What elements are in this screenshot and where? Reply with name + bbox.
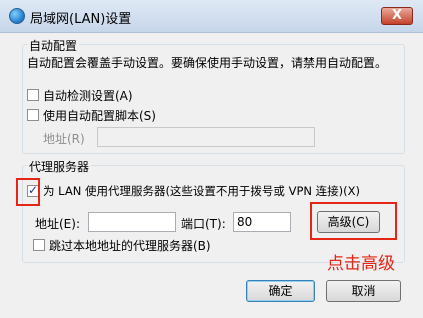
- cancel-button[interactable]: 取消: [326, 280, 401, 302]
- proxy-address-label: 地址(E):: [35, 217, 80, 231]
- globe-icon: [9, 8, 25, 24]
- title-bar: 局域网(LAN)设置 X: [0, 0, 423, 33]
- bypass-local-checkbox[interactable]: [33, 239, 45, 251]
- close-button[interactable]: X: [381, 7, 413, 25]
- advanced-highlight: [310, 202, 397, 240]
- window-title: 局域网(LAN)设置: [30, 12, 132, 27]
- ok-button[interactable]: 确定: [246, 280, 315, 302]
- auto-config-group-title: 自动配置: [27, 37, 80, 54]
- proxy-group-title: 代理服务器: [27, 158, 92, 175]
- use-proxy-highlight: [16, 178, 40, 206]
- script-address-label: 地址(R): [43, 132, 85, 146]
- bypass-local-label[interactable]: 跳过本地地址的代理服务器(B): [49, 237, 211, 254]
- auto-detect-checkbox[interactable]: [27, 89, 39, 101]
- script-address-input[interactable]: [97, 127, 315, 147]
- use-proxy-label[interactable]: 为 LAN 使用代理服务器(这些设置不用于拨号或 VPN 连接)(X): [43, 183, 360, 199]
- auto-detect-label[interactable]: 自动检测设置(A): [43, 87, 133, 104]
- proxy-address-input[interactable]: [88, 212, 176, 232]
- use-script-label[interactable]: 使用自动配置脚本(S): [43, 107, 156, 124]
- auto-config-description: 自动配置会覆盖手动设置。要确保使用手动设置，请禁用自动配置。: [27, 56, 388, 70]
- click-advanced-annotation: 点击高级: [327, 254, 395, 274]
- proxy-port-label: 端口(T):: [181, 217, 226, 231]
- proxy-port-input[interactable]: 80: [233, 212, 291, 232]
- use-script-checkbox[interactable]: [27, 109, 39, 121]
